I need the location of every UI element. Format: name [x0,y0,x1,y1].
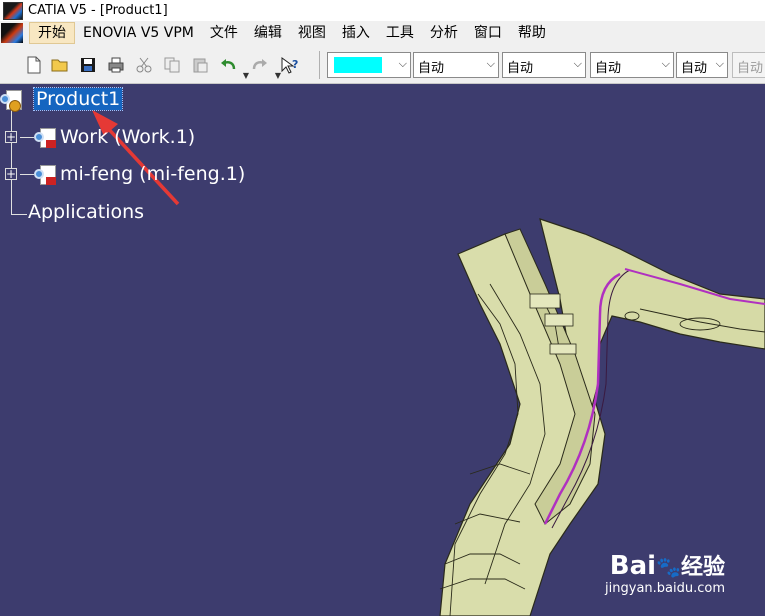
menu-window[interactable]: 窗口 [466,22,510,44]
tree-node-label[interactable]: Work (Work.1) [60,126,195,148]
menu-bar: 开始 ENOVIA V5 VPM 文件 编辑 视图 插入 工具 分析 窗口 帮助 [0,21,765,45]
paw-icon: 🐾 [656,555,681,579]
linetype-combo[interactable]: 自动 ⌵ [413,52,499,78]
copy-icon[interactable] [162,55,182,75]
cut-icon[interactable] [134,55,154,75]
whats-this-icon[interactable]: ? [280,55,300,75]
save-icon[interactable] [78,55,98,75]
combo-value: 自动 [595,61,622,76]
disabled-combo: 自动 [732,52,765,78]
tree-node-label[interactable]: Applications [28,201,144,223]
redo-icon[interactable] [250,55,270,75]
tree-root-label[interactable]: Product1 [32,87,124,111]
undo-icon[interactable] [218,55,238,75]
tree-connector-line [20,173,34,175]
tree-connector-line [11,214,27,215]
combo-value: 自动 [507,61,534,76]
expand-icon[interactable]: + [5,168,17,180]
catia-logo-icon [3,1,23,20]
tree-node-work[interactable]: + Work (Work.1) [5,126,195,148]
chevron-down-icon: ⌵ [661,57,670,70]
tree-node-applications[interactable]: Applications [28,201,144,223]
combo-value: 自动 [681,61,708,76]
toolbar-separator [319,51,320,79]
tree-node-root[interactable]: Product1 [0,87,124,112]
open-icon[interactable] [50,55,70,75]
print-icon[interactable] [106,55,126,75]
menu-insert[interactable]: 插入 [334,22,378,44]
color-swatch [334,57,382,73]
window-title: CATIA V5 - [Product1] [28,3,168,18]
menu-edit[interactable]: 编辑 [246,22,290,44]
tree-connector-line [20,136,34,138]
watermark-brand2: 经验 [680,555,725,580]
paste-icon[interactable] [190,55,210,75]
menu-file[interactable]: 文件 [202,22,246,44]
new-icon[interactable] [24,55,44,75]
menu-help[interactable]: 帮助 [510,22,554,44]
menu-start[interactable]: 开始 [29,22,75,44]
product-icon [0,88,22,112]
menu-view[interactable]: 视图 [290,22,334,44]
chevron-down-icon: ⌵ [486,57,495,70]
chevron-down-icon: ⌵ [573,57,582,70]
component-icon [34,126,56,148]
chevron-down-icon: ⌵ [715,57,724,70]
menu-analysis[interactable]: 分析 [422,22,466,44]
tree-node-mi-feng[interactable]: + mi-feng (mi-feng.1) [5,163,245,185]
menu-enovia[interactable]: ENOVIA V5 VPM [75,22,202,44]
toolbar: ▼ ▼ ? ⌵ 自动 ⌵ 自动 ⌵ 自动 ⌵ 自动 ⌵ 自动 [0,45,765,84]
watermark-brand: Bai [609,551,657,581]
svg-text:?: ? [292,58,298,71]
point-type-combo[interactable]: 自动 ⌵ [590,52,674,78]
thickness-combo[interactable]: 自动 ⌵ [502,52,586,78]
component-icon [34,163,56,185]
combo-value: 自动 [418,61,445,76]
combo-value: 自动 [737,61,764,76]
watermark-url: jingyan.baidu.com [605,581,725,596]
title-bar: CATIA V5 - [Product1] [0,0,765,21]
color-combo[interactable]: ⌵ [327,52,411,78]
chevron-down-icon: ⌵ [398,57,407,70]
catia-compass-icon[interactable] [1,23,23,43]
baidu-watermark: Bai🐾经验 jingyan.baidu.com [605,549,725,596]
3d-viewport[interactable]: Product1 + Work (Work.1) + mi-feng (mi-f… [0,84,765,616]
tree-node-label[interactable]: mi-feng (mi-feng.1) [60,163,245,185]
menu-tools[interactable]: 工具 [378,22,422,44]
layer-combo[interactable]: 自动 ⌵ [676,52,728,78]
expand-icon[interactable]: + [5,131,17,143]
